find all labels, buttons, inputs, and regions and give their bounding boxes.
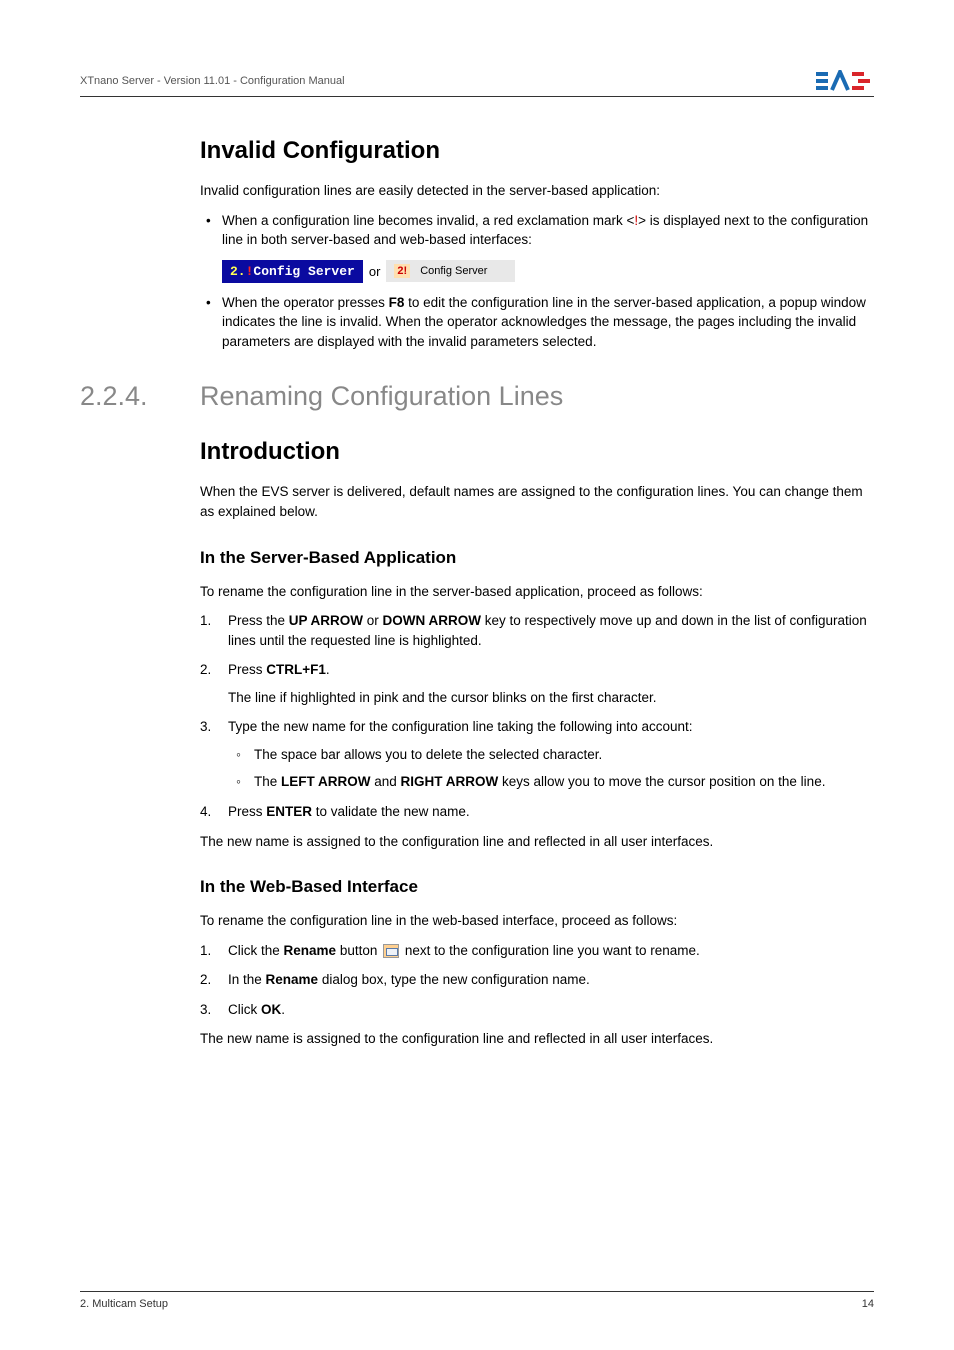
list-item: When a configuration line becomes invali…	[200, 211, 874, 250]
config-line-examples: 2.!Config Server or 2! Config Server	[222, 260, 874, 283]
heading-invalid-configuration: Invalid Configuration	[200, 137, 874, 165]
list-item: 2. In the Rename dialog box, type the ne…	[200, 970, 874, 990]
paragraph: When the EVS server is delivered, defaul…	[200, 482, 874, 521]
header-title: XTnano Server - Version 11.01 - Configur…	[80, 75, 345, 87]
list-item: 3. Type the new name for the configurati…	[200, 717, 874, 792]
list-item: The space bar allows you to delete the s…	[228, 745, 874, 765]
page-header: XTnano Server - Version 11.01 - Configur…	[80, 70, 874, 97]
list-item: 3. Click OK.	[200, 1000, 874, 1020]
paragraph: To rename the configuration line in the …	[200, 582, 874, 602]
page-footer: 2. Multicam Setup 14	[80, 1291, 874, 1310]
heading-server-based: In the Server-Based Application	[200, 548, 874, 568]
list-item: The LEFT ARROW and RIGHT ARROW keys allo…	[228, 772, 874, 792]
sub-paragraph: The line if highlighted in pink and the …	[228, 688, 874, 708]
list-item: 1. Press the UP ARROW or DOWN ARROW key …	[200, 611, 874, 650]
list-item: 2. Press CTRL+F1. The line if highlighte…	[200, 660, 874, 707]
paragraph: To rename the configuration line in the …	[200, 911, 874, 931]
list-item: When the operator presses F8 to edit the…	[200, 293, 874, 352]
footer-section: 2. Multicam Setup	[80, 1298, 168, 1310]
web-config-badge: 2! Config Server	[386, 260, 515, 282]
list-item: 1. Click the Rename button next to the c…	[200, 941, 874, 961]
section-heading-row: 2.2.4. Renaming Configuration Lines	[80, 381, 874, 412]
list-item: 4. Press ENTER to validate the new name.	[200, 802, 874, 822]
paragraph: The new name is assigned to the configur…	[200, 832, 874, 852]
heading-web-based: In the Web-Based Interface	[200, 877, 874, 897]
paragraph: Invalid configuration lines are easily d…	[200, 181, 874, 201]
evs-logo-icon	[816, 70, 874, 92]
rename-icon	[383, 944, 399, 958]
server-config-badge: 2.!Config Server	[222, 260, 363, 283]
footer-page-number: 14	[862, 1298, 874, 1310]
section-title: Renaming Configuration Lines	[200, 381, 563, 412]
heading-introduction: Introduction	[200, 438, 874, 466]
or-text: or	[369, 264, 381, 279]
paragraph: The new name is assigned to the configur…	[200, 1029, 874, 1049]
section-number: 2.2.4.	[80, 381, 200, 412]
